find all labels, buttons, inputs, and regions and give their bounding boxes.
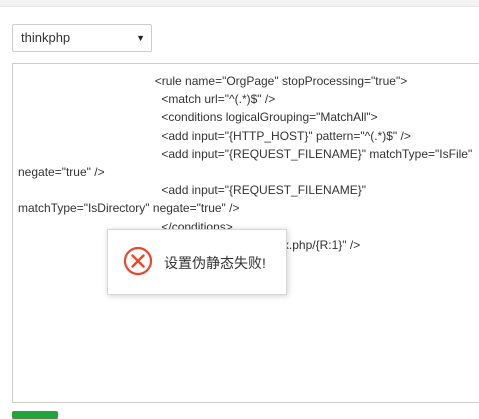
rewrite-template-select[interactable]: thinkphp ▼ <box>12 24 152 52</box>
top-bar <box>0 0 479 7</box>
editor-content[interactable]: <rule name="OrgPage" stopProcessing="tru… <box>18 72 472 254</box>
error-toast: 设置伪静态失败! <box>107 229 287 295</box>
error-circle-icon <box>123 246 153 276</box>
chevron-down-icon: ▼ <box>136 33 145 43</box>
save-button[interactable] <box>12 411 58 419</box>
select-value: thinkphp <box>21 30 71 45</box>
toast-message: 设置伪静态失败! <box>164 255 266 271</box>
